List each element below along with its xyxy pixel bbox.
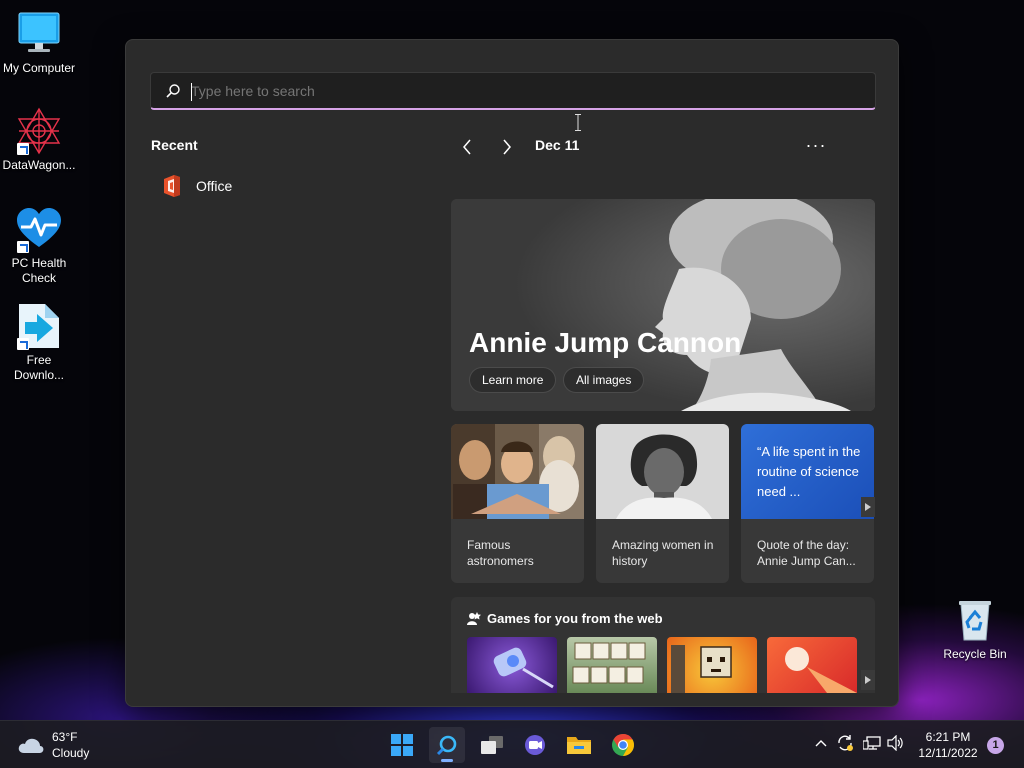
more-options-button[interactable]: ··· [802, 134, 830, 156]
start-button[interactable] [384, 727, 420, 763]
cloud-icon [18, 738, 44, 753]
desktop-icon-label: Free Downlo... [13, 353, 65, 382]
card-famous-astronomers[interactable]: Famous astronomers [451, 424, 584, 583]
text-cursor-icon [575, 114, 581, 131]
chrome-button[interactable] [605, 727, 641, 763]
task-view-icon [481, 736, 503, 754]
folder-icon [567, 737, 591, 754]
game-tile[interactable] [467, 637, 557, 693]
weather-condition: Cloudy [52, 746, 90, 760]
shortcut-arrow-icon [17, 143, 29, 155]
highlight-date: Dec 11 [535, 137, 580, 153]
recent-item-office[interactable]: Office [150, 168, 410, 204]
next-day-button[interactable] [495, 136, 519, 158]
card-quote-of-the-day[interactable]: “A life spent in the routine of science … [741, 424, 874, 583]
network-button[interactable] [862, 733, 882, 753]
clock-date: 12/11/2022 [918, 746, 978, 760]
shortcut-arrow-icon [17, 241, 29, 253]
caret-right-icon [865, 676, 871, 684]
desktop-icon-free-download[interactable]: Free Downlo... [0, 302, 78, 383]
game-tile[interactable] [767, 637, 857, 693]
chat-icon [525, 735, 545, 755]
desktop-icon-label: Recycle Bin [943, 647, 1007, 661]
chat-button[interactable] [517, 727, 553, 763]
game-thumbnail [572, 642, 646, 684]
weather-widget[interactable]: 63°F Cloudy [18, 729, 89, 761]
game-tile[interactable] [667, 637, 757, 693]
text-caret [191, 83, 192, 101]
card-caption: Amazing women in history [612, 538, 714, 568]
game-thumbnail [671, 645, 732, 693]
windows-logo-icon [391, 734, 413, 756]
game-thumbnail [493, 647, 554, 689]
recent-heading: Recent [151, 137, 198, 153]
astronomers-image [451, 424, 584, 519]
office-icon [164, 175, 180, 197]
desktop-icon-label: My Computer [2, 61, 76, 75]
chrome-icon [612, 734, 634, 756]
game-thumbnail [785, 647, 857, 693]
card-amazing-women[interactable]: Amazing women in history [596, 424, 729, 583]
all-images-button[interactable]: All images [563, 367, 645, 393]
learn-more-button[interactable]: Learn more [469, 367, 557, 393]
game-tile[interactable] [567, 637, 657, 693]
recycle-bin-icon [951, 596, 999, 644]
search-taskbar-button[interactable] [429, 727, 465, 763]
notification-badge[interactable]: 1 [987, 737, 1004, 754]
games-section: Games for you from the web [451, 597, 875, 693]
task-view-button[interactable] [474, 727, 510, 763]
chevron-right-icon [503, 139, 511, 155]
network-icon [863, 736, 881, 750]
sync-status-button[interactable] [835, 733, 855, 753]
historical-woman-image [596, 424, 729, 519]
desktop-icon-label: DataWagon... [2, 158, 76, 172]
recent-item-label: Office [196, 178, 233, 194]
quote-text: “A life spent in the routine of science … [757, 444, 861, 499]
cards-scroll-right-button[interactable] [861, 497, 875, 517]
datawagon-icon [15, 107, 63, 155]
hero-title: Annie Jump Cannon [469, 327, 742, 358]
volume-button[interactable] [886, 733, 906, 753]
shortcut-arrow-icon [17, 338, 29, 350]
chevron-left-icon [463, 139, 471, 155]
sync-icon [838, 735, 853, 751]
weather-temperature: 63°F [52, 730, 78, 744]
heart-pulse-icon [15, 205, 63, 253]
card-caption: Famous astronomers [467, 538, 534, 568]
desktop-icon-pc-health-check[interactable]: PC Health Check [0, 205, 78, 286]
clock[interactable]: 6:21 PM 12/11/2022 [916, 729, 980, 761]
hero-card[interactable]: Annie Jump Cannon Learn more All images [451, 199, 875, 411]
file-explorer-button[interactable] [561, 727, 597, 763]
search-input[interactable] [191, 79, 841, 103]
show-hidden-icons-button[interactable] [811, 733, 831, 753]
search-box[interactable] [150, 72, 876, 131]
games-title: Games for you from the web [487, 611, 663, 626]
card-caption: Quote of the day: Annie Jump Can... [757, 538, 856, 568]
games-scroll-right-button[interactable] [861, 670, 875, 690]
desktop-icon-label: PC Health Check [11, 256, 67, 285]
clock-time: 6:21 PM [925, 730, 971, 744]
previous-day-button[interactable] [455, 136, 479, 158]
desktop-icon-my-computer[interactable]: My Computer [0, 10, 78, 76]
games-icon [467, 611, 481, 625]
chevron-up-icon [815, 740, 827, 747]
monitor-icon [15, 10, 63, 58]
caret-right-icon [865, 503, 871, 511]
desktop-icon-datawagon[interactable]: DataWagon... [0, 107, 78, 173]
taskbar: 63°F Cloudy 6:21 PM 12/11/2022 1 [0, 720, 1024, 768]
search-panel: Recent Office Dec 11 ··· [125, 39, 899, 707]
speaker-icon [887, 735, 903, 751]
search-icon [166, 84, 180, 98]
download-manager-icon [15, 302, 63, 350]
search-icon [436, 735, 457, 756]
games-heading: Games for you from the web [467, 611, 663, 626]
desktop-icon-recycle-bin[interactable]: Recycle Bin [936, 596, 1014, 662]
